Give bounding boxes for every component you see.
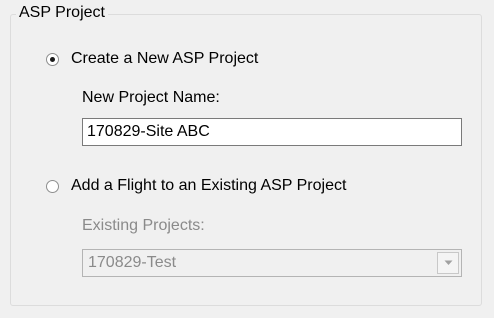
create-new-project-label[interactable]: Create a New ASP Project (71, 48, 258, 70)
existing-projects-dropdown[interactable]: 170829-Test (82, 249, 462, 277)
chevron-down-icon (444, 260, 452, 265)
existing-projects-label: Existing Projects: (82, 217, 205, 234)
add-flight-existing-label[interactable]: Add a Flight to an Existing ASP Project (71, 175, 346, 197)
dropdown-button[interactable] (437, 252, 459, 274)
new-project-name-label: New Project Name: (82, 89, 220, 106)
groupbox-title: ASP Project (16, 3, 108, 23)
add-flight-existing-option[interactable]: Add a Flight to an Existing ASP Project (46, 175, 346, 197)
create-new-project-option[interactable]: Create a New ASP Project (46, 48, 258, 70)
add-flight-existing-radio[interactable] (46, 179, 59, 193)
create-new-project-radio[interactable] (46, 52, 59, 66)
existing-projects-selected-value: 170829-Test (88, 254, 177, 271)
new-project-name-input[interactable] (82, 118, 462, 146)
